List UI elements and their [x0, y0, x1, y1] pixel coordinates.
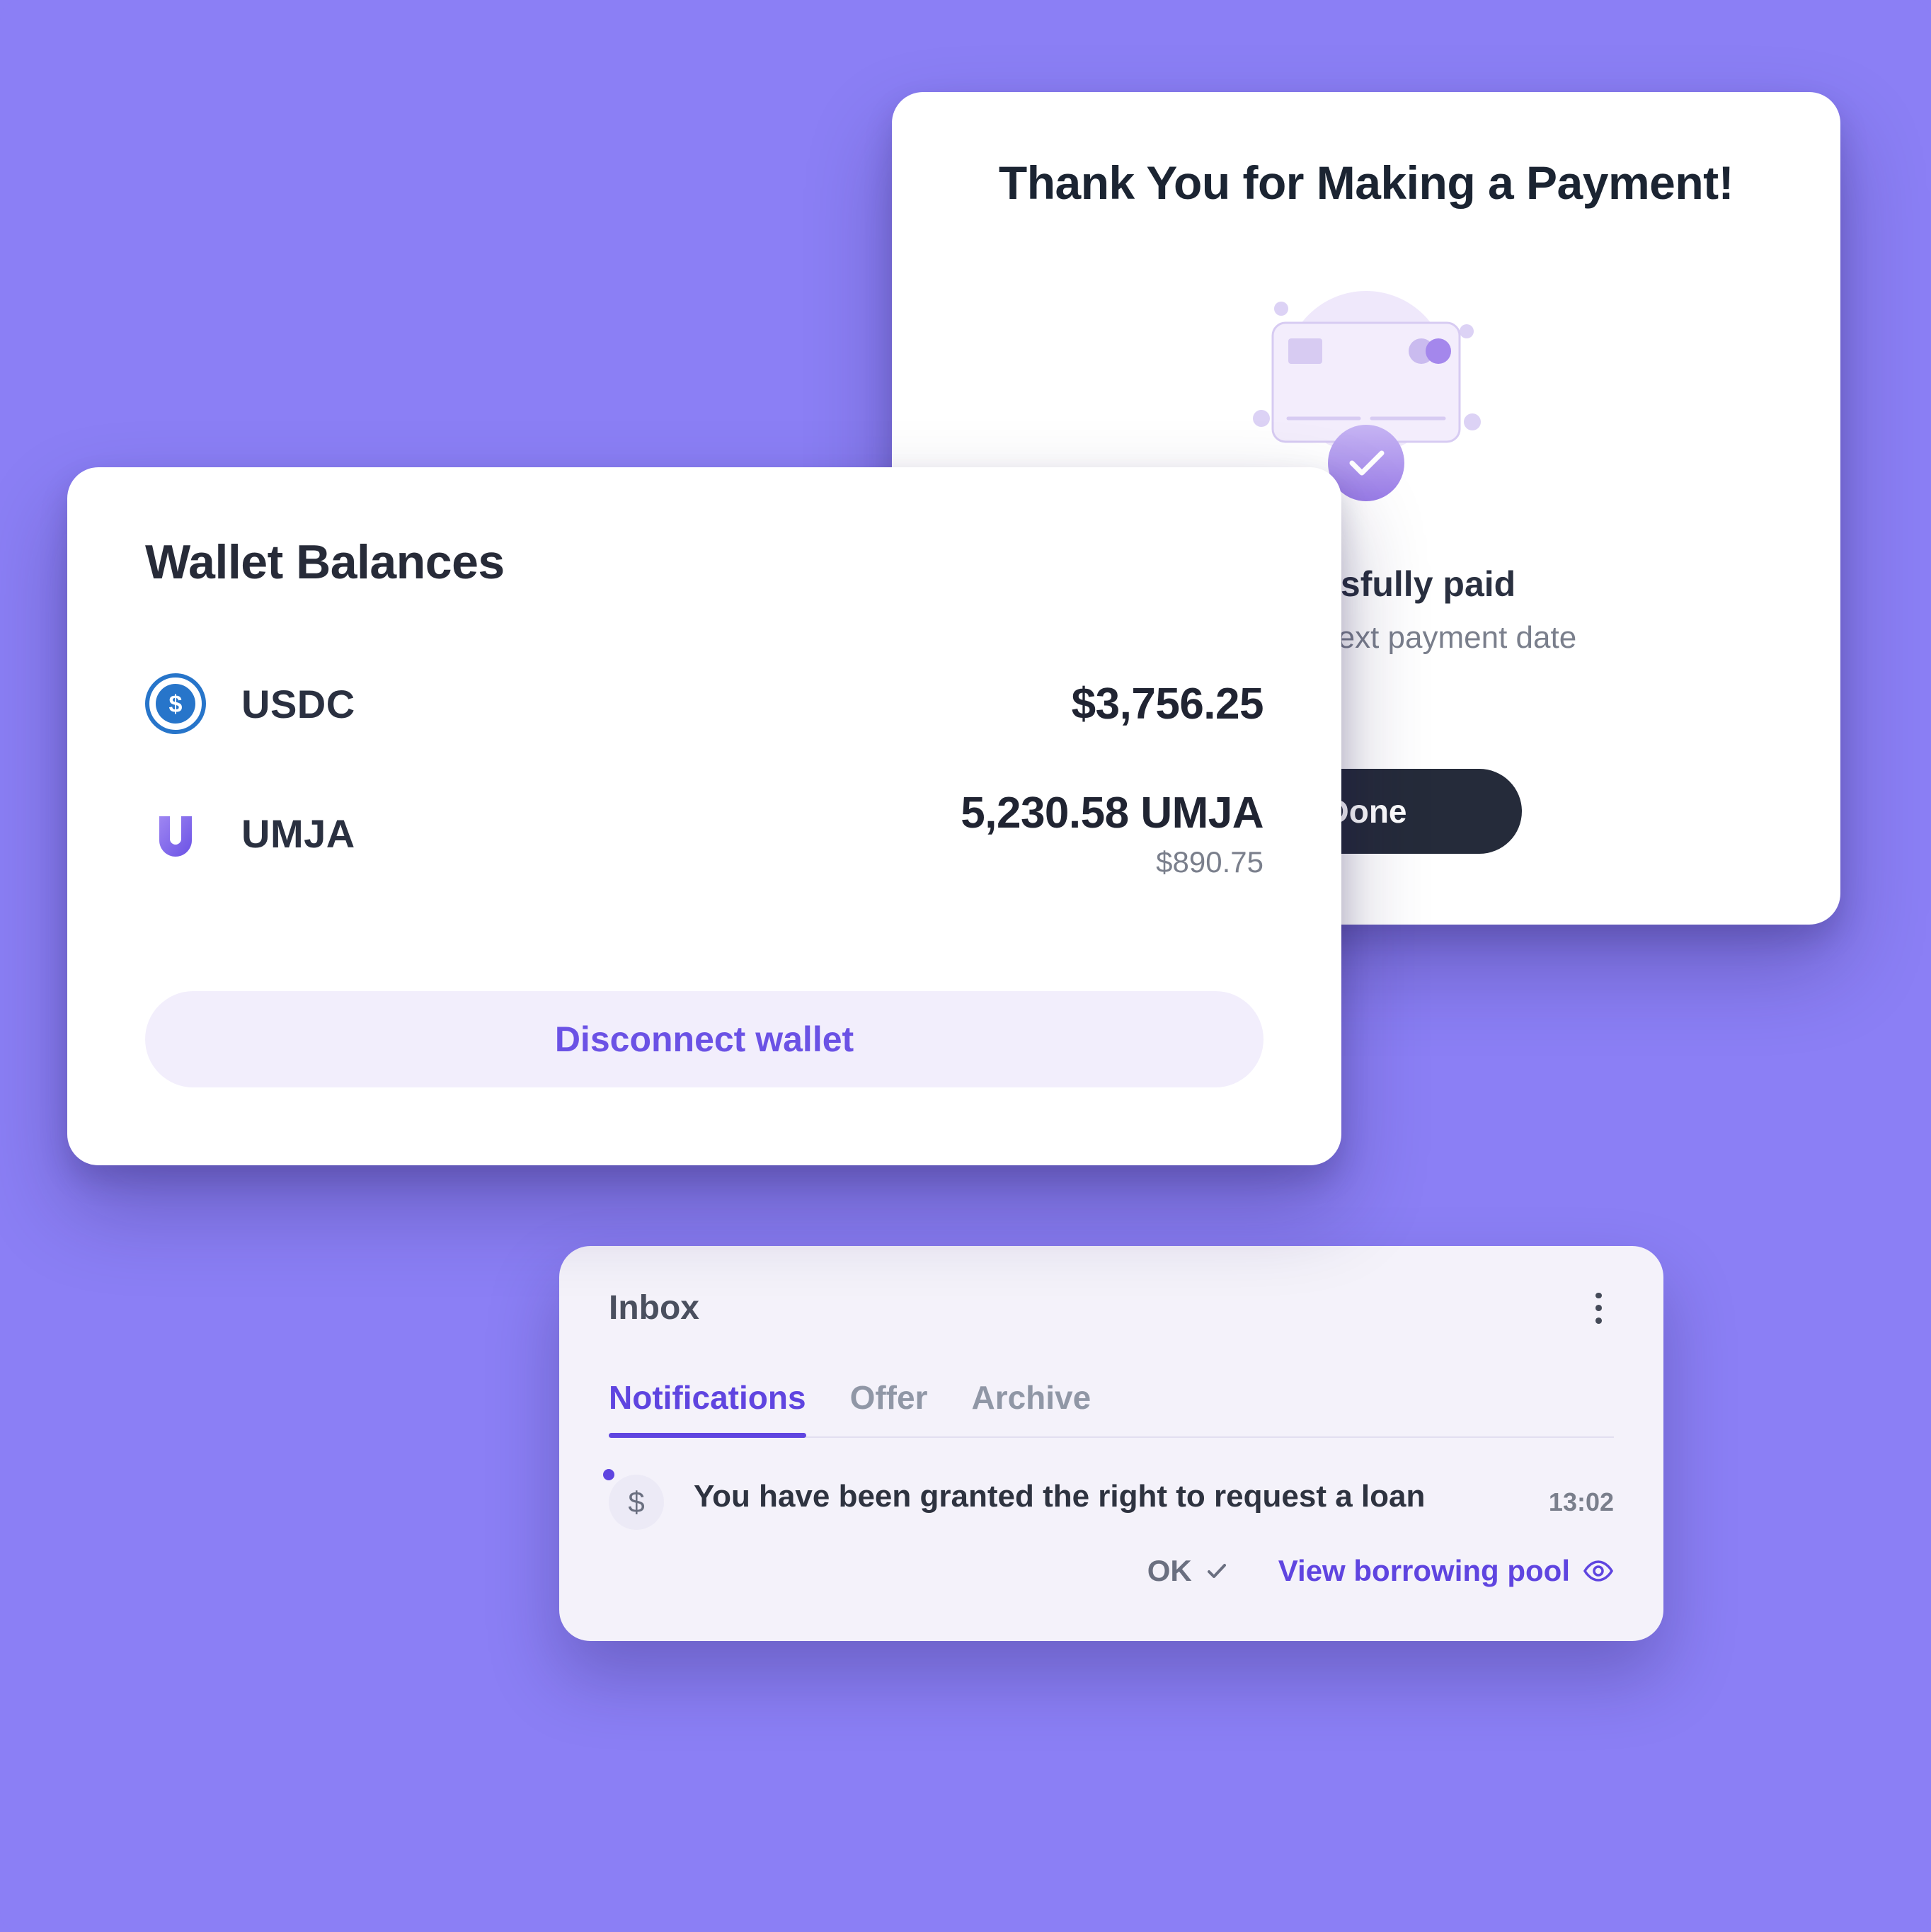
balance-row-umja[interactable]: UMJA 5,230.58 UMJA $890.75 — [145, 761, 1264, 906]
more-options-icon[interactable] — [1583, 1293, 1614, 1324]
balance-symbol: UMJA — [241, 811, 355, 857]
disconnect-wallet-button[interactable]: Disconnect wallet — [145, 991, 1264, 1087]
balance-primary-value: $3,756.25 — [1072, 679, 1264, 729]
umja-icon — [145, 804, 206, 864]
check-icon — [1205, 1559, 1229, 1583]
notification-text: You have been granted the right to reque… — [694, 1475, 1528, 1517]
balance-row-usdc[interactable]: $ USDC $3,756.25 — [145, 646, 1264, 761]
usdc-icon: $ — [145, 673, 206, 734]
ok-label: OK — [1147, 1554, 1192, 1588]
balance-list: $ USDC $3,756.25 — [145, 646, 1264, 906]
balance-secondary-value: $890.75 — [961, 845, 1264, 879]
tab-offer[interactable]: Offer — [850, 1378, 928, 1436]
tab-archive[interactable]: Archive — [971, 1378, 1091, 1436]
wallet-title: Wallet Balances — [145, 535, 1264, 590]
view-label: View borrowing pool — [1278, 1554, 1570, 1588]
notification-ok-button[interactable]: OK — [1147, 1554, 1229, 1588]
balance-primary-value: 5,230.58 UMJA — [961, 788, 1264, 838]
balance-symbol: USDC — [241, 681, 355, 727]
eye-icon — [1583, 1559, 1614, 1583]
notification-time: 13:02 — [1549, 1487, 1614, 1517]
tab-notifications[interactable]: Notifications — [609, 1378, 806, 1436]
inbox-title: Inbox — [609, 1288, 699, 1327]
unread-dot-icon — [603, 1469, 614, 1480]
notification-item[interactable]: $ You have been granted the right to req… — [609, 1475, 1614, 1588]
svg-text:$: $ — [169, 691, 183, 718]
inbox-tabs: Notifications Offer Archive — [609, 1378, 1614, 1438]
payment-title: Thank You for Making a Payment! — [963, 156, 1770, 210]
dollar-icon: $ — [609, 1475, 664, 1530]
wallet-balances-card: Wallet Balances $ USDC $3,756.25 — [67, 467, 1341, 1165]
view-borrowing-pool-button[interactable]: View borrowing pool — [1278, 1554, 1614, 1588]
inbox-card: Inbox Notifications Offer Archive $ You … — [559, 1246, 1663, 1641]
